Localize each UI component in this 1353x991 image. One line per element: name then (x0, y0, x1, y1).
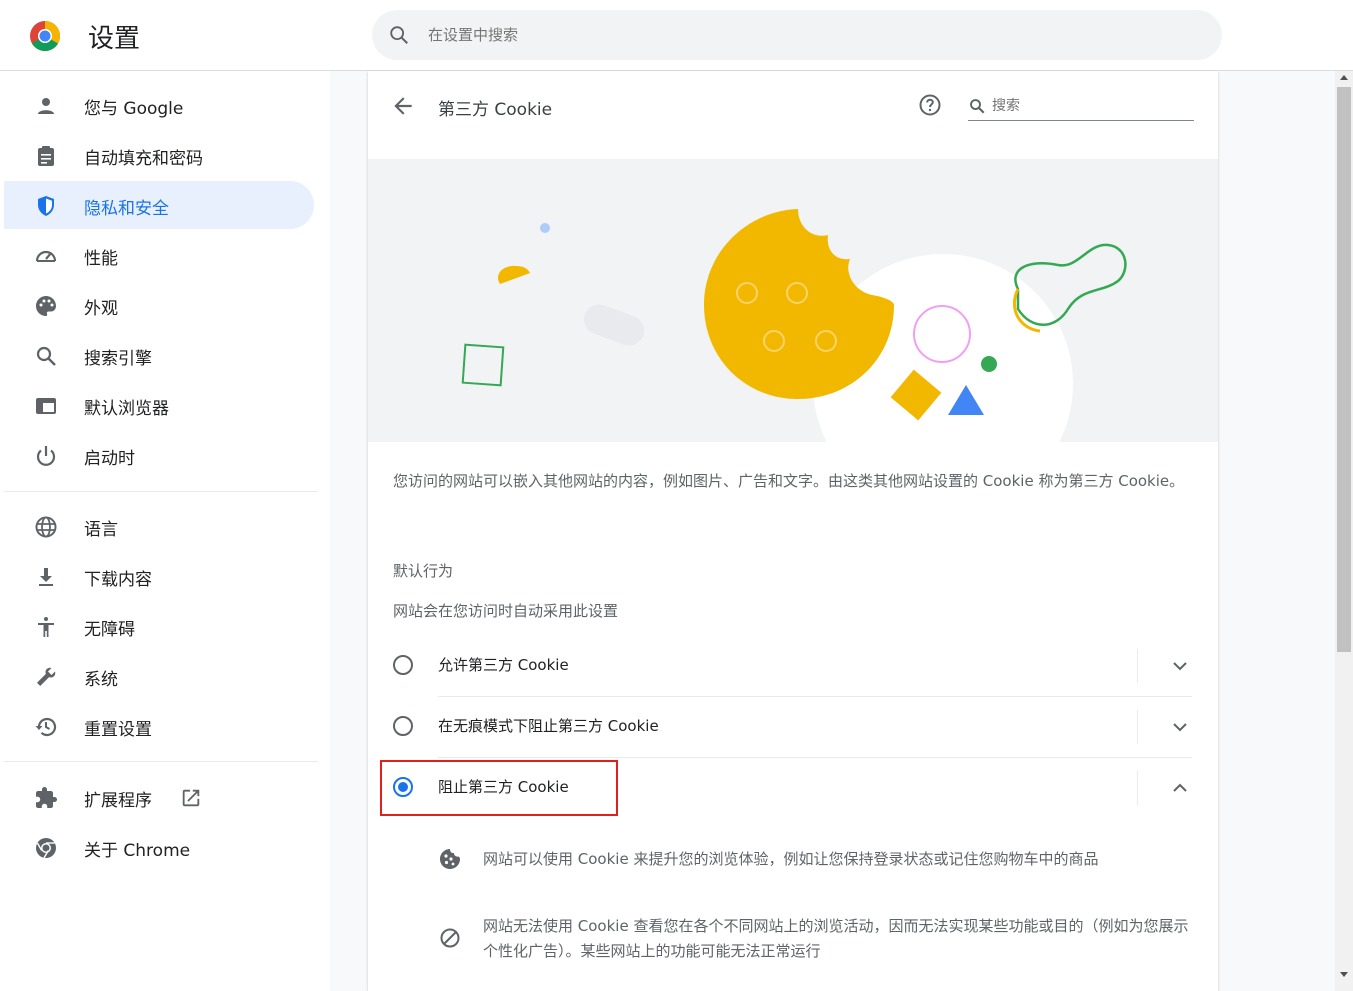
sidebar-item-label: 您与 Google (84, 99, 184, 119)
cookie-settings-card: 第三方 Cookie 您访问的网站可以嵌入其他网站的内容，例如图片 (368, 71, 1218, 991)
option-allow-third-party[interactable]: 允许第三方 Cookie (368, 637, 1218, 695)
power-icon (36, 446, 56, 466)
detail-text: 网站无法使用 Cookie 查看您在各个不同网站上的浏览活动，因而无法实现某些功… (483, 917, 1189, 960)
chrome-logo-icon (30, 20, 61, 52)
sidebar-item-label: 性能 (84, 249, 118, 269)
sidebar-item-label: 重置设置 (84, 720, 152, 740)
settings-search-input[interactable] (428, 23, 1188, 47)
search-icon (36, 346, 56, 366)
top-bar: 设置 (0, 0, 1353, 71)
cookie-description: 您访问的网站可以嵌入其他网站的内容，例如图片、广告和文字。由这类其他网站设置的 … (393, 472, 1185, 490)
grey-pill (583, 304, 645, 346)
chevron-down-icon[interactable] (1168, 654, 1192, 678)
speedometer-icon (35, 250, 57, 262)
blue-dot (540, 223, 550, 233)
detail-text: 网站可以使用 Cookie 来提升您的浏览体验，例如让您保持登录状态或记住您购物… (483, 850, 1099, 868)
option-label: 在无痕模式下阻止第三方 Cookie (438, 717, 659, 735)
sidebar-item-label: 关于 Chrome (84, 841, 191, 861)
scroll-up-arrow-icon[interactable] (1339, 73, 1349, 83)
accessibility-icon (38, 617, 54, 637)
sidebar-item-system[interactable]: 系统 (4, 652, 314, 700)
sidebar-divider (4, 761, 318, 762)
selection-highlight-box (380, 760, 618, 816)
option-label: 允许第三方 Cookie (438, 656, 569, 674)
sidebar-item-label: 默认浏览器 (84, 399, 169, 419)
sidebar-item-default-browser[interactable]: 默认浏览器 (4, 381, 314, 429)
scroll-down-arrow-icon[interactable] (1339, 969, 1349, 979)
cookie-illustration-art (461, 209, 1127, 442)
sidebar-item-label: 下载内容 (84, 570, 152, 590)
sidebar-item-on-startup[interactable]: 启动时 (4, 431, 314, 479)
chevron-up-icon[interactable] (1168, 776, 1192, 800)
subpage-header: 第三方 Cookie (368, 71, 1218, 159)
row-divider (438, 757, 1192, 758)
sidebar-item-you-and-google[interactable]: 您与 Google (4, 81, 314, 129)
cookie-illustration (368, 159, 1218, 442)
sidebar-item-accessibility[interactable]: 无障碍 (4, 602, 314, 650)
sidebar-item-about-chrome[interactable]: 关于 Chrome (4, 823, 314, 871)
cookie-icon (440, 849, 460, 869)
sidebar-item-label: 无障碍 (84, 620, 135, 640)
page-title: 设置 (88, 24, 141, 54)
row-separator (1137, 710, 1138, 744)
sidebar-item-reset[interactable]: 重置设置 (4, 702, 314, 750)
sidebar-item-label: 启动时 (84, 449, 135, 469)
settings-search[interactable] (372, 10, 1222, 60)
radio-button[interactable] (393, 655, 413, 675)
cookie-shape (704, 209, 894, 399)
sidebar-item-search-engine[interactable]: 搜索引擎 (4, 331, 314, 379)
open-in-new-icon (182, 789, 200, 807)
search-icon (970, 99, 985, 114)
default-behavior-subtitle: 网站会在您访问时自动采用此设置 (393, 602, 619, 620)
sidebar-item-downloads[interactable]: 下载内容 (4, 552, 314, 600)
clipboard-icon (38, 146, 54, 166)
download-icon (39, 568, 53, 586)
sidebar-divider (4, 491, 318, 492)
sidebar-item-label: 自动填充和密码 (84, 149, 203, 169)
option-block-in-incognito[interactable]: 在无痕模式下阻止第三方 Cookie (368, 698, 1218, 756)
wrench-icon (37, 667, 56, 686)
default-behavior-heading: 默认行为 (393, 562, 454, 580)
block-icon (440, 928, 460, 948)
sidebar-item-performance[interactable]: 性能 (4, 231, 314, 279)
subpage-title: 第三方 Cookie (438, 100, 553, 120)
chrome-icon (36, 838, 56, 859)
sidebar-item-autofill[interactable]: 自动填充和密码 (4, 131, 314, 179)
globe-icon (35, 516, 57, 538)
row-divider (438, 696, 1192, 697)
subpage-search-input[interactable] (992, 95, 1188, 117)
sidebar-item-label: 语言 (84, 520, 118, 540)
scrollbar[interactable] (1335, 71, 1353, 991)
sidebar-item-languages[interactable]: 语言 (4, 502, 314, 550)
sidebar-item-privacy[interactable]: 隐私和安全 (4, 181, 314, 229)
radio-button[interactable] (393, 716, 413, 736)
restore-icon (35, 717, 57, 737)
puzzle-icon (36, 787, 57, 808)
sidebar-item-label: 隐私和安全 (84, 199, 169, 219)
browser-icon (36, 398, 56, 414)
palette-icon (36, 296, 56, 316)
sidebar-item-label: 外观 (84, 299, 118, 319)
shield-icon (38, 196, 54, 216)
sidebar: 您与 Google 自动填充和密码 隐私和安全 性能 外观 搜索引擎 默认浏览器… (0, 71, 330, 991)
person-icon (38, 98, 54, 114)
sidebar-item-label: 系统 (84, 670, 118, 690)
sidebar-item-appearance[interactable]: 外观 (4, 281, 314, 329)
sidebar-item-label: 搜索引擎 (84, 349, 152, 369)
sidebar-item-extensions[interactable]: 扩展程序 (4, 773, 314, 821)
help-icon[interactable] (918, 93, 942, 117)
row-separator (1137, 649, 1138, 683)
sidebar-item-label: 扩展程序 (84, 791, 152, 811)
chevron-down-icon[interactable] (1168, 715, 1192, 739)
subpage-search[interactable] (968, 93, 1194, 121)
row-separator (1137, 771, 1138, 805)
green-dot (981, 356, 997, 372)
scrollbar-thumb[interactable] (1337, 87, 1351, 652)
green-square (461, 343, 505, 387)
yellow-slice (497, 265, 530, 284)
back-arrow-icon[interactable] (390, 93, 416, 119)
search-icon (390, 26, 408, 44)
